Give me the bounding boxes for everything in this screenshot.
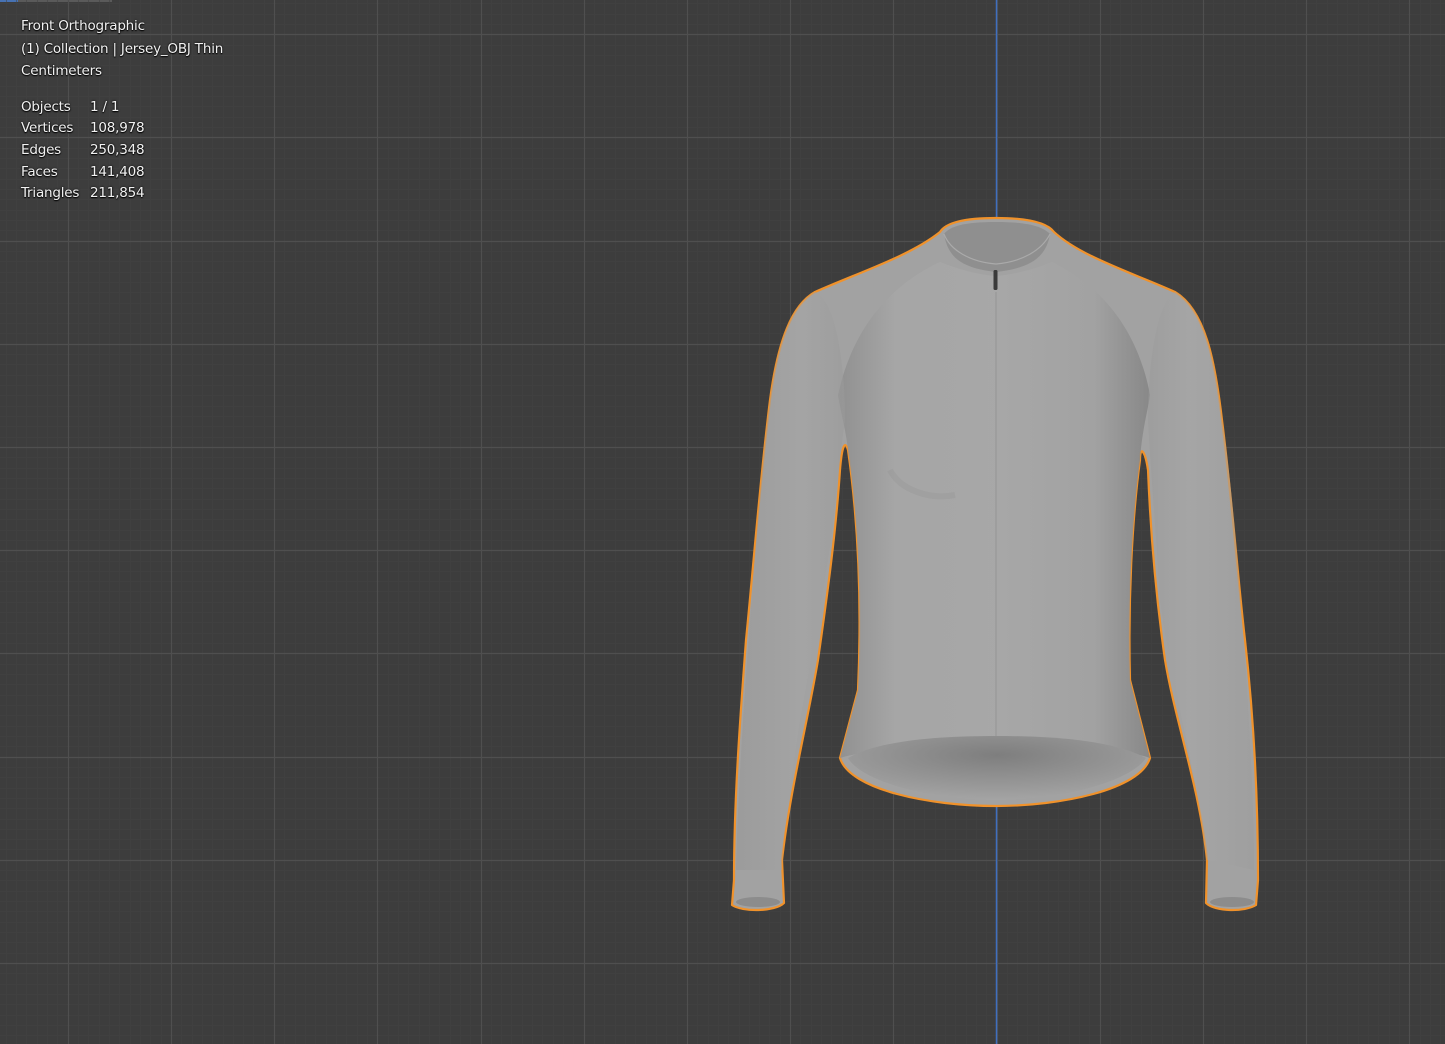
jersey-torso-shading bbox=[838, 262, 1150, 758]
zipper-pull-icon bbox=[993, 270, 998, 290]
viewport-info-overlay: Front Orthographic (1) Collection | Jers… bbox=[21, 16, 223, 205]
left-cuff-opening bbox=[736, 897, 780, 907]
stat-label-faces: Faces bbox=[21, 163, 58, 180]
stat-value-edges: 250,348 bbox=[90, 141, 145, 158]
stat-value-triangles: 211,854 bbox=[90, 185, 145, 202]
jersey-right-sleeve-shading bbox=[1148, 292, 1254, 870]
jersey-mesh[interactable] bbox=[730, 216, 1260, 912]
stat-value-faces: 141,408 bbox=[90, 163, 145, 180]
stat-label-edges: Edges bbox=[21, 141, 62, 158]
view-name-label: Front Orthographic bbox=[21, 18, 145, 34]
stat-label-vertices: Vertices bbox=[21, 120, 74, 137]
units-label: Centimeters bbox=[21, 63, 102, 79]
right-cuff-opening bbox=[1210, 897, 1254, 907]
stat-label-triangles: Triangles bbox=[21, 185, 80, 202]
scene-statistics: Objects 1 / 1 Vertices 108,978 Edges 250… bbox=[21, 97, 223, 205]
collection-label: (1) Collection | Jersey_OBJ Thin bbox=[21, 40, 224, 57]
stat-value-objects: 1 / 1 bbox=[90, 98, 120, 115]
3d-viewport[interactable]: Front Orthographic (1) Collection | Jers… bbox=[0, 0, 1445, 1044]
stat-value-vertices: 108,978 bbox=[90, 120, 145, 137]
stat-label-objects: Objects bbox=[21, 98, 71, 115]
